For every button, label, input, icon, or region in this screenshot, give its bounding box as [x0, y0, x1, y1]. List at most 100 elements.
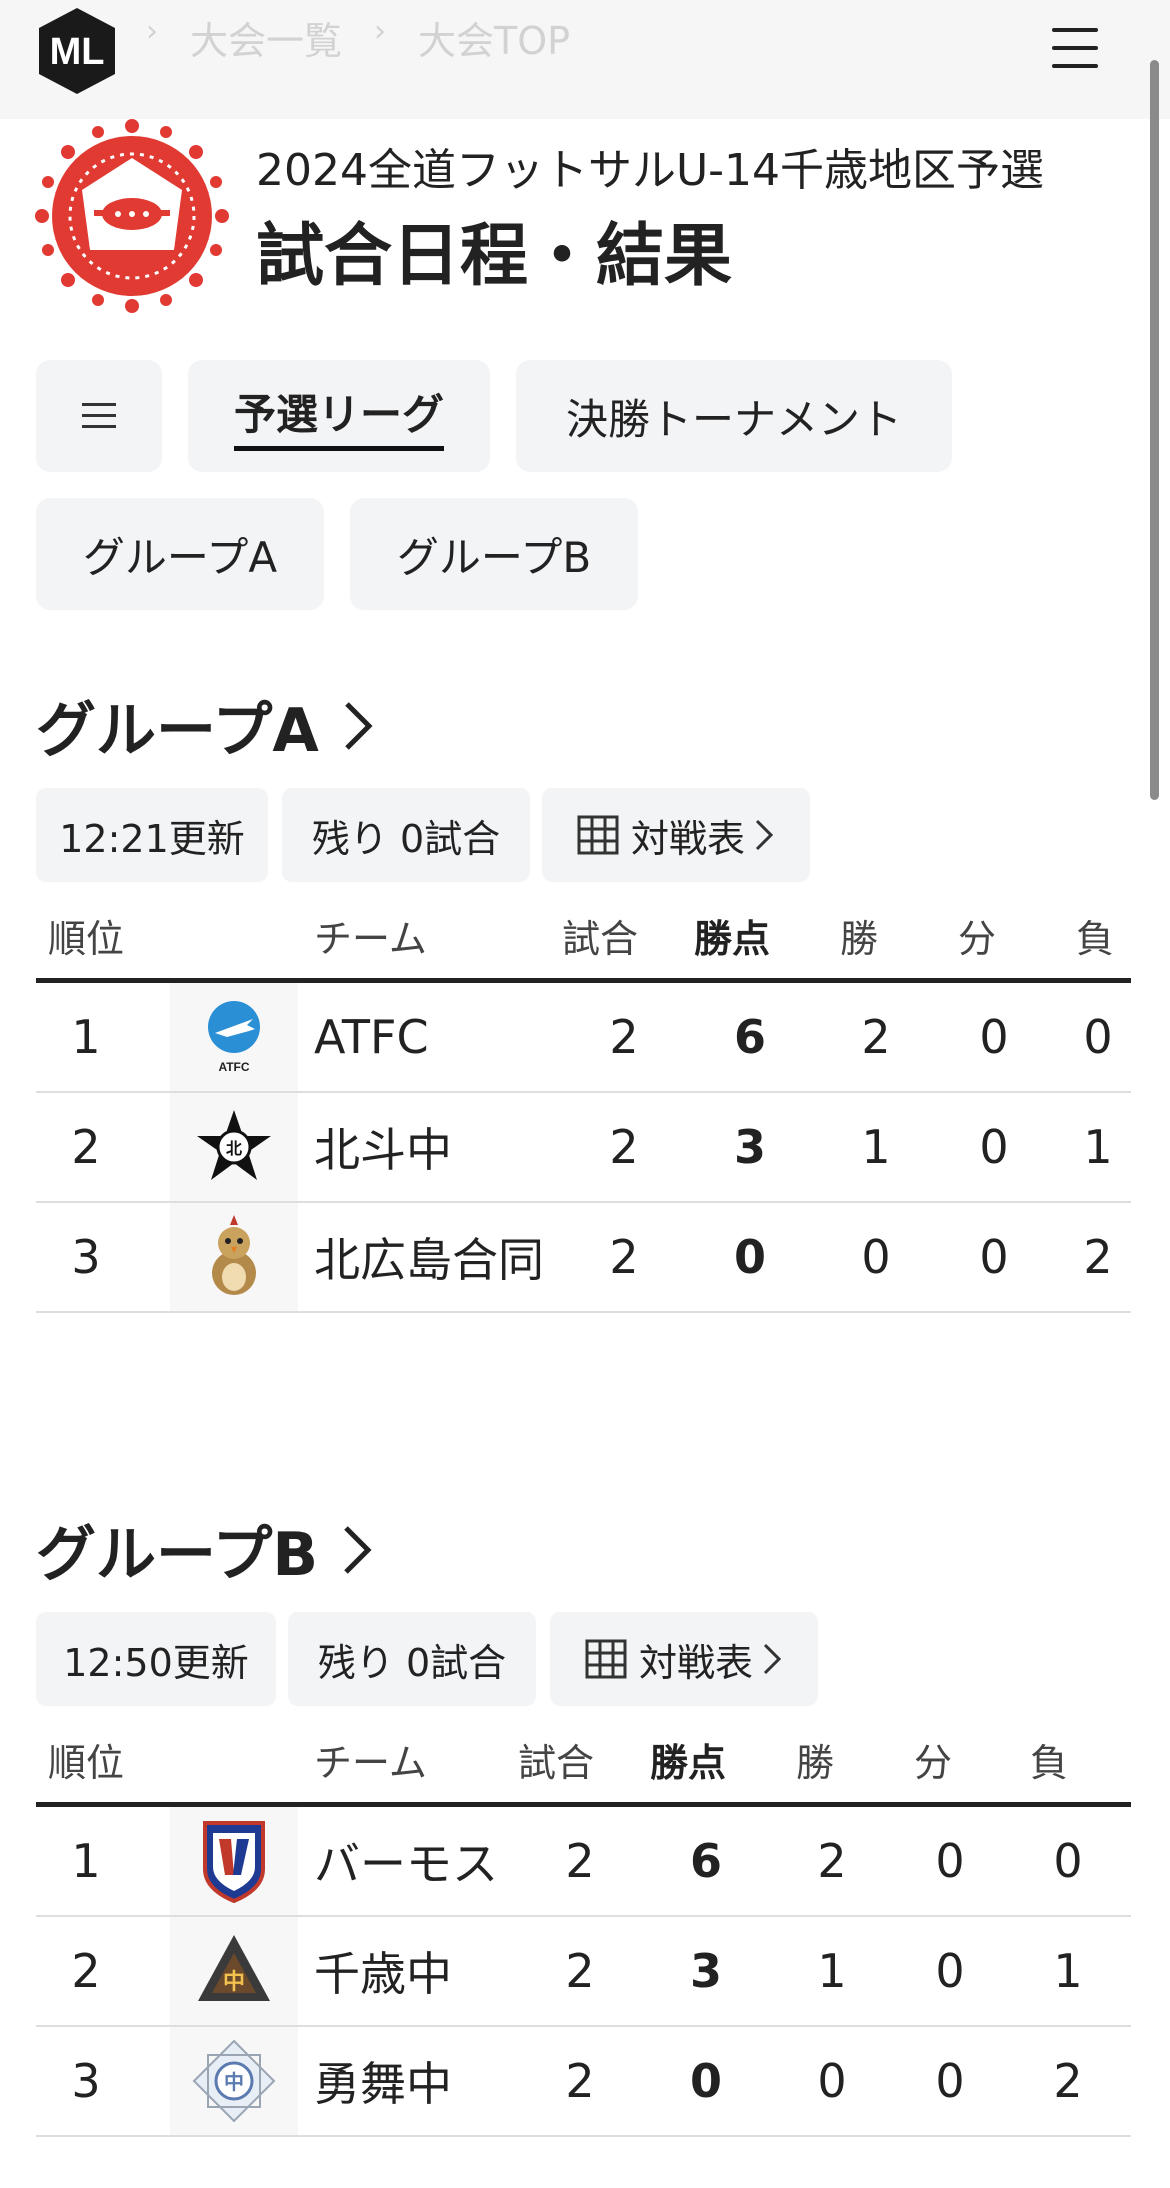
group-a-heading[interactable]: グループA [36, 682, 373, 769]
match-matrix-label: 対戦表 [638, 1640, 753, 1685]
points-cell: 6 [689, 1834, 722, 1888]
hamburger-menu-icon[interactable] [1050, 26, 1100, 70]
match-matrix-button[interactable]: 対戦表 [550, 1612, 818, 1706]
won-cell: 1 [817, 1944, 847, 1998]
col-draw-header: 分 [914, 1741, 953, 1785]
lost-cell: 2 [1053, 2054, 1083, 2108]
chitose-logo-icon: 中 [170, 1917, 298, 2025]
team-name-cell: 千歳中 [314, 1947, 452, 2001]
draw-cell: 0 [979, 1230, 1009, 1284]
grid-icon [577, 815, 619, 855]
col-won-header: 勝 [796, 1741, 835, 1785]
tab-final-tournament[interactable]: 決勝トーナメント [516, 360, 952, 472]
tournament-name: 2024全道フットサルU-14千歳地区予選 [256, 145, 1045, 196]
rank-cell: 2 [71, 1944, 101, 1998]
lost-cell: 1 [1083, 1120, 1113, 1174]
won-cell: 1 [861, 1120, 891, 1174]
played-cell: 2 [609, 1120, 639, 1174]
points-cell: 0 [689, 2054, 722, 2108]
team-name-cell: バーモス [314, 1837, 498, 1891]
hokuto-logo-icon: 北 [170, 1093, 298, 1201]
tab-preliminary-league[interactable]: 予選リーグ [188, 360, 490, 472]
ml-logo-icon[interactable]: ML [36, 6, 118, 96]
updated-time-badge: 12:50更新 [36, 1612, 276, 1706]
updated-time: 12:21更新 [59, 816, 245, 861]
updated-time: 12:50更新 [63, 1640, 249, 1685]
col-lost-header: 負 [1076, 917, 1115, 961]
lost-cell: 0 [1053, 1834, 1083, 1888]
col-lost-header: 負 [1030, 1741, 1069, 1785]
col-won-header: 勝 [840, 917, 879, 961]
draw-cell: 0 [979, 1010, 1009, 1064]
col-rank-header: 順位 [48, 917, 125, 961]
tab-label: グループA [82, 532, 278, 582]
lost-cell: 2 [1083, 1230, 1113, 1284]
logo-text: ML [50, 31, 105, 73]
scrollbar[interactable] [1150, 60, 1159, 800]
rank-cell: 3 [71, 1230, 101, 1284]
breadcrumb-item[interactable]: 大会TOP [418, 10, 570, 65]
remaining-matches: 残り 0試合 [317, 1640, 507, 1685]
group-b-heading[interactable]: グループB [36, 1506, 372, 1593]
group-title: グループA [36, 696, 319, 766]
col-points-header: 勝点 [694, 917, 771, 961]
played-cell: 2 [565, 1834, 595, 1888]
standings-row[interactable]: 2 中 千歳中 2 3 1 0 1 [36, 1917, 1131, 2027]
remaining-matches-badge: 残り 0試合 [282, 788, 530, 882]
points-cell: 3 [689, 1944, 722, 1998]
svg-text:ATFC: ATFC [218, 1060, 249, 1074]
col-played-header: 試合 [562, 917, 639, 961]
played-cell: 2 [609, 1230, 639, 1284]
tab-menu-button[interactable] [36, 360, 162, 472]
vamos-logo-icon [170, 1807, 298, 1915]
remaining-matches-badge: 残り 0試合 [288, 1612, 536, 1706]
grid-icon [585, 1639, 627, 1679]
won-cell: 2 [817, 1834, 847, 1888]
breadcrumb-item[interactable]: 大会一覧 [190, 10, 342, 65]
standings-row[interactable]: 1 バーモス 2 6 2 0 0 [36, 1807, 1131, 1917]
points-cell: 6 [733, 1010, 766, 1064]
won-cell: 0 [817, 2054, 847, 2108]
svg-text:中: 中 [223, 1970, 245, 1995]
group-title: グループB [36, 1520, 319, 1590]
col-rank-header: 順位 [48, 1741, 125, 1785]
tab-group-b[interactable]: グループB [350, 498, 638, 610]
standings-row[interactable]: 3 北広島合同 2 0 0 0 2 [36, 1203, 1131, 1313]
match-matrix-label: 対戦表 [630, 816, 745, 861]
list-icon [82, 403, 116, 429]
standings-row[interactable]: 1 ATFC ATFC 2 6 2 0 0 [36, 983, 1131, 1093]
standings-row[interactable]: 2 北 北斗中 2 3 1 0 1 [36, 1093, 1131, 1203]
svg-text:北: 北 [226, 1139, 242, 1158]
standings-row[interactable]: 3 中 勇舞中 2 0 0 0 2 [36, 2027, 1131, 2137]
yumai-logo-icon: 中 [170, 2027, 298, 2135]
col-points-header: 勝点 [650, 1741, 727, 1785]
team-name-cell: 勇舞中 [314, 2057, 452, 2111]
tab-group-a[interactable]: グループA [36, 498, 324, 610]
kitahiroshima-logo-icon [170, 1203, 298, 1311]
remaining-matches: 残り 0試合 [311, 816, 501, 861]
updated-time-badge: 12:21更新 [36, 788, 268, 882]
rank-cell: 3 [71, 2054, 101, 2108]
played-cell: 2 [565, 2054, 595, 2108]
tab-label: 予選リーグ [233, 381, 444, 451]
col-played-header: 試合 [518, 1741, 595, 1785]
chevron-right-icon [344, 1525, 372, 1574]
match-matrix-button[interactable]: 対戦表 [542, 788, 810, 882]
draw-cell: 0 [935, 2054, 965, 2108]
draw-cell: 0 [935, 1944, 965, 1998]
chevron-right-icon: › [374, 14, 386, 49]
played-cell: 2 [609, 1010, 639, 1064]
chevron-right-icon [755, 819, 774, 851]
tab-label: 決勝トーナメント [565, 394, 902, 444]
col-team-header: チーム [314, 1741, 427, 1785]
won-cell: 0 [861, 1230, 891, 1284]
lost-cell: 1 [1053, 1944, 1083, 1998]
rank-cell: 1 [71, 1010, 101, 1064]
tournament-emblem-icon [35, 119, 229, 313]
atfc-logo-icon: ATFC [170, 983, 298, 1091]
page-title: 試合日程・結果 [256, 217, 733, 296]
played-cell: 2 [565, 1944, 595, 1998]
lost-cell: 0 [1083, 1010, 1113, 1064]
rank-cell: 2 [71, 1120, 101, 1174]
col-draw-header: 分 [958, 917, 997, 961]
